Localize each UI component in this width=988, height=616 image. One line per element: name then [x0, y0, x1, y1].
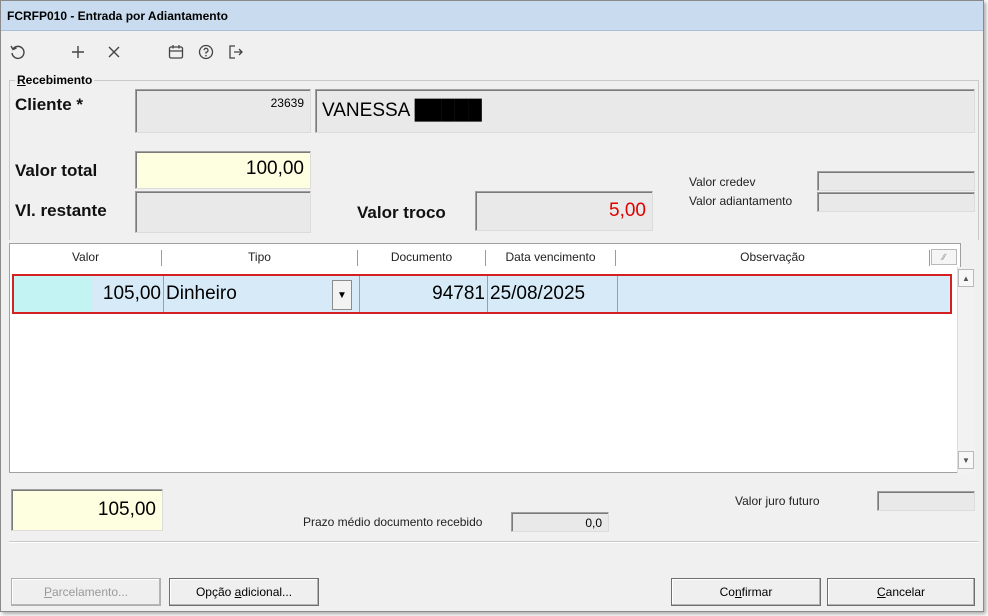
- cell-data-vencimento[interactable]: 25/08/2025: [488, 276, 618, 312]
- valor-adiantamento-label: Valor adiantamento: [689, 194, 793, 208]
- parcelamento-button[interactable]: Parcelamento...: [11, 578, 161, 606]
- confirmar-button[interactable]: Co n firmar: [671, 578, 821, 606]
- valor-credev-label: Valor credev: [689, 175, 756, 189]
- arrow-down-icon: ▼: [962, 455, 970, 465]
- col-header-observacao[interactable]: Observação: [616, 250, 930, 266]
- valor-adiantamento-field: [817, 192, 975, 212]
- payments-grid[interactable]: Valor Tipo Documento Data vencimento Obs…: [9, 243, 961, 473]
- grid-corner-button[interactable]: ∕∕: [931, 249, 957, 265]
- close-icon[interactable]: [101, 39, 127, 65]
- juro-label: Valor juro futuro: [735, 494, 820, 508]
- window-title: FCRFP010 - Entrada por Adiantamento: [7, 9, 228, 23]
- opcao-adicional-button[interactable]: Opção a dicional...: [169, 578, 319, 606]
- cancelar-button[interactable]: Cancelar: [827, 578, 975, 606]
- cliente-name-field[interactable]: VANESSA █████: [315, 89, 975, 133]
- cliente-code-field[interactable]: 23639: [135, 89, 311, 133]
- undo-icon[interactable]: [5, 39, 31, 65]
- cliente-code: 23639: [270, 96, 304, 110]
- grid-scrollbar[interactable]: ▲ ▼: [957, 267, 974, 473]
- arrow-up-icon: ▲: [962, 273, 970, 283]
- prazo-value: 0,0: [585, 516, 602, 530]
- col-header-valor[interactable]: Valor: [10, 250, 162, 266]
- valor-troco-value: 5,00: [609, 200, 646, 221]
- tipo-dropdown-button[interactable]: ▼: [332, 280, 352, 310]
- title-bar[interactable]: FCRFP010 - Entrada por Adiantamento: [1, 1, 983, 31]
- add-icon[interactable]: [65, 39, 91, 65]
- total-valor-field: 105,00: [11, 489, 163, 531]
- bottom-separator: [9, 541, 979, 543]
- dialog-window: FCRFP010 - Entrada por Adiantamento Rece…: [0, 0, 984, 612]
- valor-troco-field: 5,00: [475, 191, 653, 231]
- prazo-field: 0,0: [511, 512, 609, 532]
- grid-header: Valor Tipo Documento Data vencimento Obs…: [10, 250, 950, 266]
- toolbar: [1, 35, 401, 69]
- scroll-down-button[interactable]: ▼: [958, 451, 974, 469]
- col-header-data-vencimento[interactable]: Data vencimento: [486, 250, 616, 266]
- cell-observacao[interactable]: [618, 276, 950, 312]
- cliente-label: Cliente *: [15, 95, 84, 114]
- juro-field: [877, 491, 975, 511]
- exit-icon[interactable]: [223, 39, 249, 65]
- scroll-up-button[interactable]: ▲: [958, 269, 974, 287]
- valor-total-input[interactable]: 100,00: [135, 151, 311, 189]
- calendar-icon[interactable]: [163, 39, 189, 65]
- col-header-documento[interactable]: Documento: [358, 250, 486, 266]
- prazo-label: Prazo médio documento recebido: [303, 515, 483, 529]
- valor-total-label: Valor total: [15, 161, 98, 180]
- table-row[interactable]: 105,00 Dinheiro ▼ 94781 25/08/2025: [12, 274, 952, 314]
- recebimento-label: Recebimento: [15, 73, 95, 87]
- valor-credev-field: [817, 171, 975, 191]
- total-valor-value: 105,00: [97, 499, 156, 520]
- cliente-name: VANESSA █████: [322, 100, 482, 121]
- cell-documento[interactable]: 94781: [360, 276, 488, 312]
- cell-tipo[interactable]: Dinheiro: [164, 276, 360, 312]
- cell-valor[interactable]: 105,00: [14, 276, 164, 312]
- vl-restante-label: Vl. restante: [15, 201, 107, 220]
- valor-total-value: 100,00: [245, 158, 304, 179]
- vl-restante-field: [135, 191, 311, 233]
- help-icon[interactable]: [193, 39, 219, 65]
- col-header-tipo[interactable]: Tipo: [162, 250, 358, 266]
- valor-troco-label: Valor troco: [357, 203, 446, 222]
- chevron-down-icon: ▼: [337, 289, 347, 301]
